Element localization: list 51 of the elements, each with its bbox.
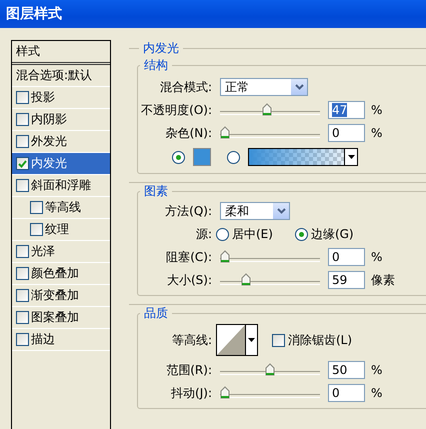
group-title: 结构 bbox=[143, 57, 169, 74]
field-label: 抖动(J): bbox=[170, 384, 213, 402]
style-item[interactable]: 渐变叠加 bbox=[12, 285, 110, 307]
field-label: 阻塞(C): bbox=[165, 248, 213, 266]
field-label: 不透明度(O): bbox=[140, 102, 213, 118]
value-field[interactable]: 50 bbox=[328, 361, 365, 379]
style-item[interactable]: 等高线 bbox=[12, 197, 110, 219]
style-item[interactable]: 图案叠加 bbox=[12, 307, 110, 329]
style-item[interactable]: 内发光 bbox=[12, 153, 110, 175]
field-value: 47 bbox=[332, 103, 348, 117]
style-item[interactable]: 光泽 bbox=[12, 241, 110, 263]
field-label: 方法(Q): bbox=[164, 202, 213, 220]
window-title: 图层样式 bbox=[6, 5, 62, 23]
field-value: 0 bbox=[332, 386, 340, 400]
group-title: 图素 bbox=[143, 183, 169, 200]
style-item[interactable]: 斜面和浮雕 bbox=[12, 175, 110, 197]
field-value: 59 bbox=[332, 273, 348, 287]
unit-label: % bbox=[371, 126, 382, 140]
blend-mode-dropdown[interactable]: 正常 bbox=[220, 78, 308, 96]
unit-label: % bbox=[371, 386, 382, 400]
group-title: 品质 bbox=[143, 305, 169, 322]
section-title: 内发光 bbox=[142, 40, 180, 57]
style-item[interactable]: 描边 bbox=[12, 329, 110, 351]
field-label: 大小(S): bbox=[166, 272, 213, 288]
field-value: 0 bbox=[332, 250, 340, 264]
style-item[interactable]: 内阴影 bbox=[12, 109, 110, 131]
value-field[interactable]: 59 bbox=[328, 271, 365, 289]
field-value: 0 bbox=[332, 126, 340, 140]
field-label: 等高线: bbox=[170, 332, 213, 348]
style-item[interactable]: 投影 bbox=[12, 87, 110, 109]
value-field[interactable]: 0 bbox=[328, 384, 365, 402]
style-item[interactable]: 纹理 bbox=[12, 219, 110, 241]
blending-options-item[interactable]: 混合选项:默认 bbox=[12, 65, 110, 87]
value-field[interactable]: 47 bbox=[328, 101, 365, 119]
field-value: 50 bbox=[332, 363, 348, 377]
field-label: 范围(R): bbox=[165, 362, 213, 378]
field-label: 源: bbox=[194, 226, 213, 242]
value-field[interactable]: 0 bbox=[328, 124, 365, 142]
value-field[interactable]: 0 bbox=[328, 248, 365, 266]
unit-label: % bbox=[371, 363, 382, 377]
method-dropdown[interactable]: 柔和 bbox=[220, 202, 290, 220]
field-label: 杂色(N): bbox=[164, 124, 213, 142]
field-label: 混合模式: bbox=[158, 78, 213, 96]
unit-label: % bbox=[371, 250, 382, 264]
list-header: 样式 bbox=[12, 41, 110, 65]
radio-label: 居中(E) bbox=[232, 226, 273, 242]
checkbox-label: 消除锯齿(L) bbox=[288, 332, 352, 348]
style-item[interactable]: 颜色叠加 bbox=[12, 263, 110, 285]
unit-label: % bbox=[371, 103, 382, 117]
radio-label: 边缘(G) bbox=[310, 226, 354, 242]
unit-label: 像素 bbox=[371, 272, 395, 288]
